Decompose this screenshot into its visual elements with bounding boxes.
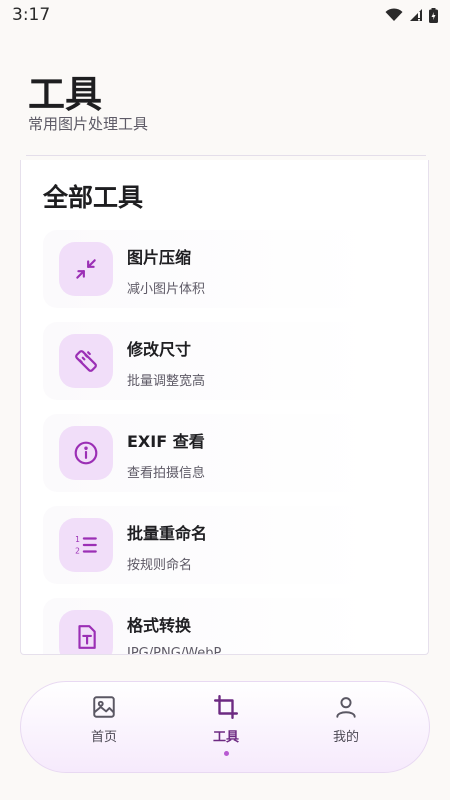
- svg-text:1: 1: [75, 535, 80, 544]
- nav-label: 首页: [90, 730, 117, 745]
- tool-name: 图片压缩: [127, 248, 192, 267]
- page-title: 工具: [28, 73, 102, 116]
- tools-card: 全部工具 图片压缩 减小图片体积 修改尺寸 批量调整宽高 EXIF 查看 查看拍…: [20, 160, 429, 655]
- image-icon: [93, 696, 115, 718]
- card-title: 全部工具: [43, 183, 144, 212]
- compress-icon: [59, 242, 113, 296]
- status-icons: [385, 7, 438, 23]
- crop-icon: [213, 694, 239, 720]
- numbered-list-icon: 1 2: [59, 518, 113, 572]
- tool-item-convert[interactable]: 格式转换 JPG/PNG/WebP: [43, 598, 373, 655]
- battery-icon: [429, 7, 438, 23]
- tool-item-exif[interactable]: EXIF 查看 查看拍摄信息: [43, 414, 373, 492]
- tool-item-rename[interactable]: 1 2 批量重命名 按规则命名: [43, 506, 373, 584]
- signal-icon: [410, 9, 422, 21]
- nav-label: 工具: [212, 730, 239, 745]
- tool-desc: 按规则命名: [127, 558, 193, 573]
- ruler-icon: [59, 334, 113, 388]
- nav-home[interactable]: 首页: [64, 694, 144, 764]
- person-icon: [336, 697, 356, 718]
- status-bar: 3:17: [0, 0, 450, 30]
- tool-desc: 查看拍摄信息: [127, 466, 206, 481]
- active-indicator-dot: [223, 751, 229, 756]
- svg-text:2: 2: [75, 547, 80, 556]
- tool-desc: JPG/PNG/WebP: [127, 646, 222, 655]
- tool-desc: 批量调整宽高: [127, 374, 206, 389]
- tool-name: 修改尺寸: [127, 340, 192, 359]
- nav-label: 我的: [332, 730, 359, 745]
- text-file-icon: [59, 610, 113, 654]
- header-divider: [26, 155, 426, 156]
- tool-name: EXIF 查看: [127, 432, 205, 451]
- tool-item-compress[interactable]: 图片压缩 减小图片体积: [43, 230, 373, 308]
- tool-item-resize[interactable]: 修改尺寸 批量调整宽高: [43, 322, 373, 400]
- wifi-icon: [385, 8, 403, 21]
- tool-desc: 减小图片体积: [127, 282, 206, 297]
- status-time: 3:17: [12, 5, 51, 25]
- page-subtitle: 常用图片处理工具: [28, 115, 149, 133]
- bottom-nav: 首页 工具 我的: [20, 681, 430, 773]
- tool-name: 格式转换: [127, 616, 192, 635]
- nav-profile[interactable]: 我的: [306, 694, 386, 764]
- info-icon: [59, 426, 113, 480]
- tool-name: 批量重命名: [127, 524, 208, 543]
- nav-tools[interactable]: 工具: [186, 694, 266, 764]
